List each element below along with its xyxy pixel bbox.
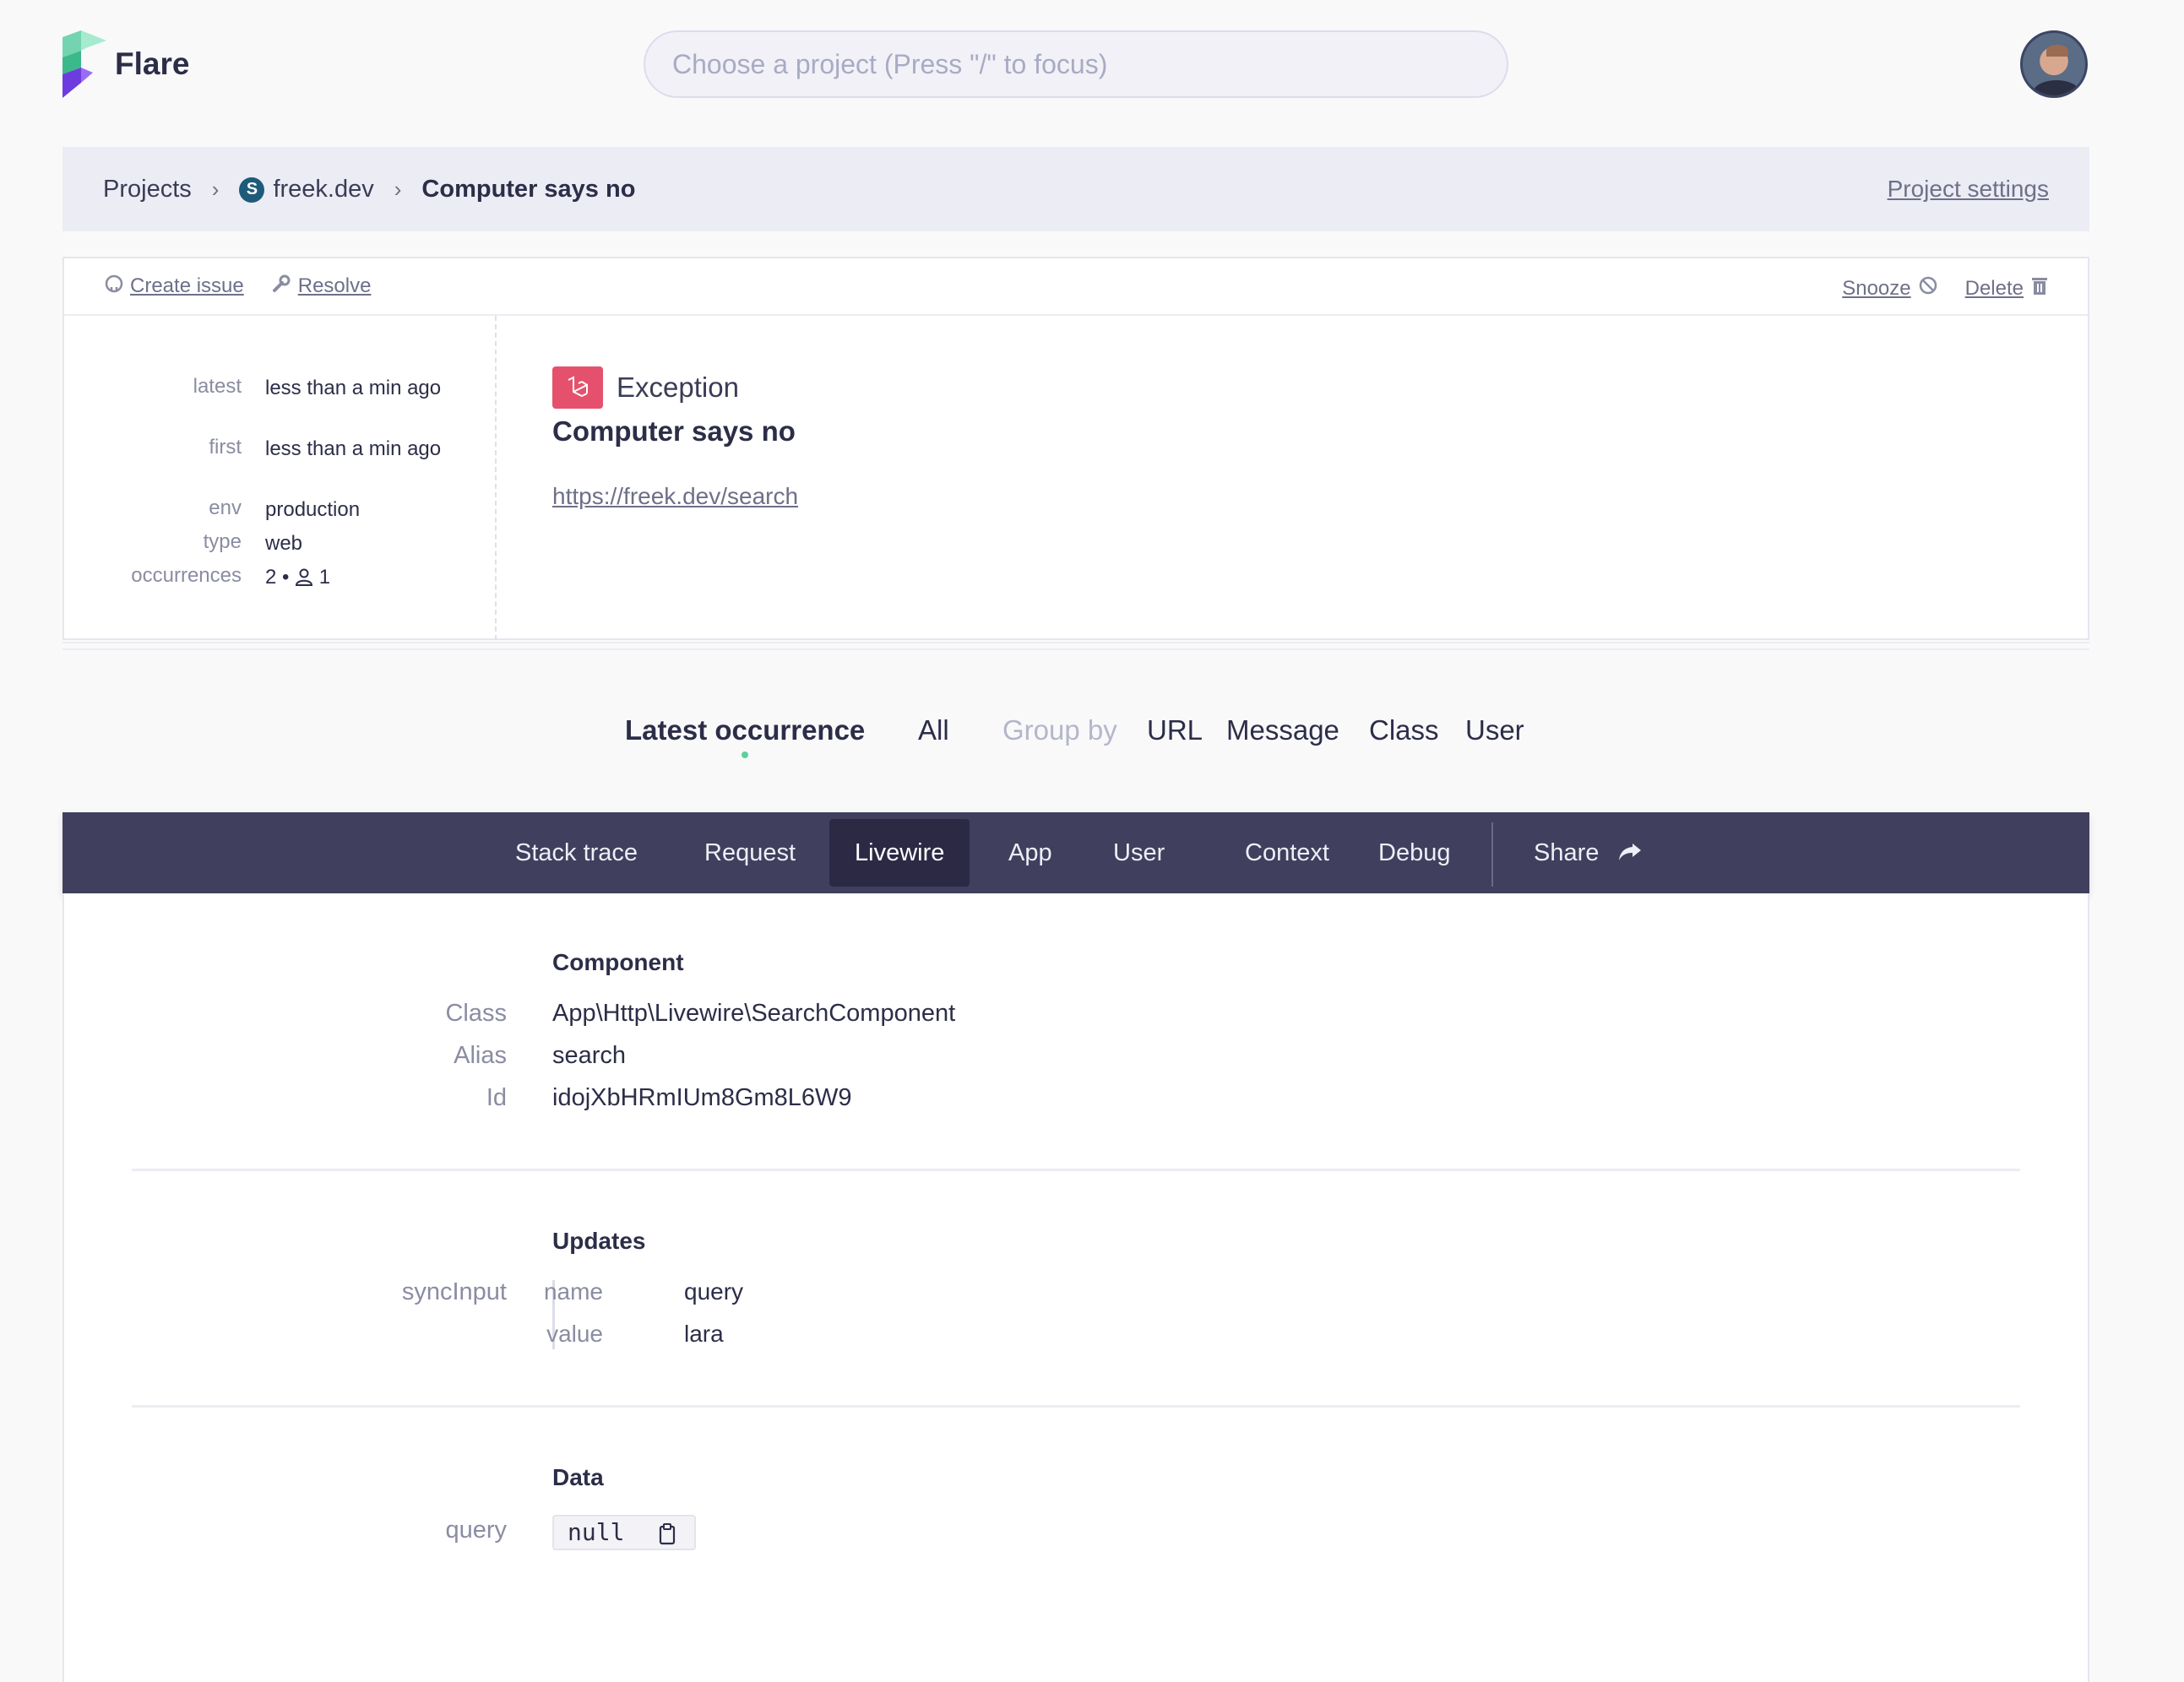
breadcrumb-project[interactable]: Sfreek.dev bbox=[239, 175, 374, 203]
group-by-url[interactable]: URL bbox=[1147, 714, 1203, 746]
breadcrumb-current: Computer says no bbox=[421, 175, 636, 203]
user-icon bbox=[295, 566, 313, 589]
project-search-input[interactable]: Choose a project (Press "/" to focus) bbox=[644, 30, 1508, 98]
card-stack-edge bbox=[62, 642, 2089, 650]
issue-toolbar: Create issue Resolve Snooze Delete bbox=[64, 258, 2088, 316]
update-name-key: name bbox=[543, 1278, 603, 1305]
project-settings-link[interactable]: Project settings bbox=[1888, 176, 2049, 203]
group-by-class[interactable]: Class bbox=[1369, 714, 1439, 746]
create-issue-button[interactable]: Create issue bbox=[105, 274, 244, 299]
component-alias-value: search bbox=[552, 1042, 627, 1069]
exception-url-link[interactable]: https://freek.dev/search bbox=[552, 483, 798, 510]
site-icon: S bbox=[239, 176, 265, 203]
clipboard-icon[interactable] bbox=[659, 1522, 676, 1545]
laravel-icon bbox=[552, 366, 603, 409]
livewire-panel: Component Class App\Http\Livewire\Search… bbox=[62, 893, 2089, 1682]
component-class-key: Class bbox=[445, 1000, 507, 1027]
trash-icon bbox=[2030, 275, 2049, 301]
meta-latest-key: latest bbox=[193, 375, 242, 398]
update-name-value: query bbox=[684, 1278, 744, 1305]
tab-request[interactable]: Request bbox=[679, 819, 821, 887]
app-name: Flare bbox=[115, 46, 190, 81]
active-tab-indicator bbox=[742, 751, 748, 758]
meta-first-value: less than a min ago bbox=[265, 437, 442, 460]
component-title: Component bbox=[552, 949, 684, 975]
update-value-value: lara bbox=[684, 1321, 724, 1347]
issue-toolbar-right: Snooze Delete bbox=[1815, 275, 2049, 301]
meta-latest-value: less than a min ago bbox=[265, 377, 442, 399]
section-divider bbox=[132, 1405, 2020, 1408]
meta-occurrences-key: occurrences bbox=[131, 564, 242, 587]
meta-env-key: env bbox=[209, 496, 242, 519]
occurrence-tabs: Latest occurrence All Group by URL Messa… bbox=[0, 714, 2184, 757]
block-icon bbox=[1918, 275, 1938, 301]
component-id-key: Id bbox=[486, 1084, 507, 1111]
data-query-code: null bbox=[568, 1518, 625, 1546]
group-by-label: Group by bbox=[1002, 714, 1117, 746]
tab-latest-occurrence[interactable]: Latest occurrence bbox=[625, 714, 865, 746]
section-divider bbox=[132, 1169, 2020, 1171]
exception-message: Computer says no bbox=[552, 415, 796, 447]
issue-card: Create issue Resolve Snooze Delete lates… bbox=[62, 257, 2089, 640]
meta-env-value: production bbox=[265, 498, 361, 521]
tab-stack-trace[interactable]: Stack trace bbox=[490, 819, 663, 887]
share-button[interactable]: Share bbox=[1508, 819, 1668, 887]
chevron-right-icon: › bbox=[211, 176, 220, 202]
meta-first-key: first bbox=[209, 436, 242, 458]
top-bar: Flare Choose a project (Press "/" to foc… bbox=[0, 0, 2184, 130]
update-type-key: syncInput bbox=[401, 1278, 507, 1305]
resolve-label: Resolve bbox=[297, 274, 372, 297]
component-id-value: idojXbHRmIUm8Gm8L6W9 bbox=[552, 1084, 852, 1111]
breadcrumb: Projects › Sfreek.dev › Computer says no… bbox=[62, 147, 2089, 231]
affected-users-count: 1 bbox=[318, 566, 331, 589]
meta-type-value: web bbox=[265, 532, 303, 555]
group-by-message[interactable]: Message bbox=[1226, 714, 1339, 746]
delete-label: Delete bbox=[1964, 276, 2024, 300]
updates-title: Updates bbox=[552, 1228, 646, 1254]
share-icon bbox=[1617, 839, 1643, 866]
group-by-user[interactable]: User bbox=[1465, 714, 1524, 746]
update-value-key: value bbox=[546, 1321, 603, 1347]
tab-all-occurrences[interactable]: All bbox=[918, 714, 949, 746]
issue-meta: latest less than a min ago first less th… bbox=[64, 316, 497, 640]
tab-debug[interactable]: Debug bbox=[1353, 819, 1475, 887]
resolve-button[interactable]: Resolve bbox=[271, 274, 372, 300]
tab-divider bbox=[1491, 822, 1493, 887]
tab-livewire[interactable]: Livewire bbox=[829, 819, 970, 887]
share-label: Share bbox=[1534, 839, 1600, 866]
meta-type-key: type bbox=[203, 530, 242, 553]
exception-type: Exception bbox=[617, 372, 739, 403]
flare-error-page: Flare Choose a project (Press "/" to foc… bbox=[0, 0, 2184, 1682]
occurrence-count: 2 bbox=[265, 566, 277, 589]
snooze-label: Snooze bbox=[1842, 276, 1911, 300]
data-query-value: null bbox=[552, 1515, 696, 1550]
snooze-button[interactable]: Snooze bbox=[1842, 275, 1937, 301]
github-icon bbox=[105, 274, 123, 299]
meta-occurrences-value: 2 • 1 bbox=[265, 564, 443, 591]
create-issue-label: Create issue bbox=[130, 274, 244, 297]
breadcrumb-projects[interactable]: Projects bbox=[103, 176, 192, 203]
flare-logo[interactable]: Flare bbox=[62, 30, 189, 98]
component-alias-key: Alias bbox=[454, 1042, 507, 1069]
breadcrumb-project-label: freek.dev bbox=[273, 175, 374, 203]
bullet: • bbox=[282, 566, 296, 589]
tab-app[interactable]: App bbox=[983, 819, 1078, 887]
user-avatar[interactable] bbox=[2020, 30, 2088, 98]
data-title: Data bbox=[552, 1464, 604, 1490]
data-query-key: query bbox=[445, 1517, 507, 1544]
detail-tab-bar: Stack trace Request Livewire App User Co… bbox=[62, 812, 2089, 893]
tab-context[interactable]: Context bbox=[1220, 819, 1355, 887]
flare-logo-icon bbox=[62, 30, 106, 98]
component-class-value: App\Http\Livewire\SearchComponent bbox=[552, 1000, 956, 1027]
delete-button[interactable]: Delete bbox=[1965, 275, 2049, 301]
tab-user[interactable]: User bbox=[1088, 819, 1190, 887]
chevron-right-icon: › bbox=[394, 176, 402, 202]
wrench-icon bbox=[271, 274, 291, 300]
